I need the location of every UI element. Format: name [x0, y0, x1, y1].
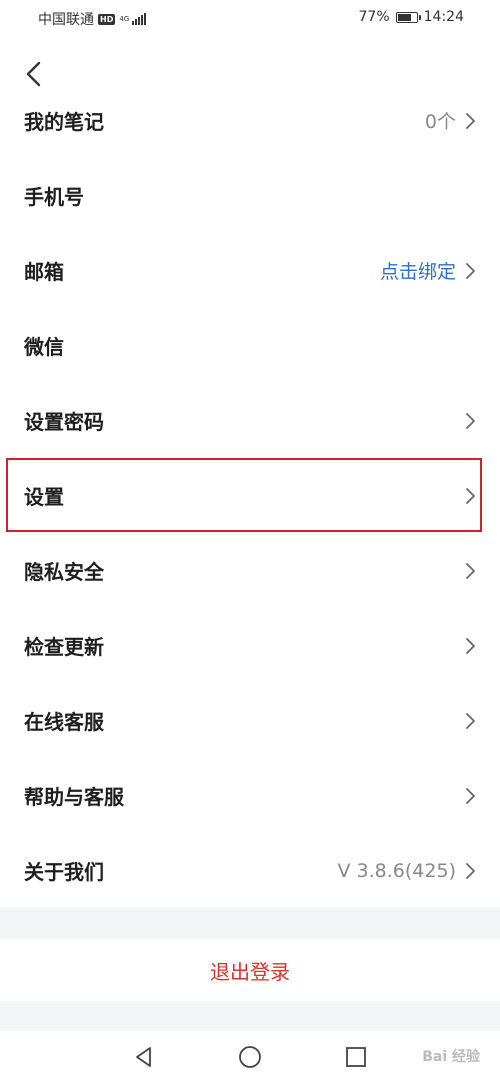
- battery-icon: [395, 11, 421, 23]
- menu-row-right: [456, 787, 476, 805]
- battery-level-fill: [397, 13, 411, 21]
- menu-row-right: 0个: [425, 107, 476, 134]
- menu-row-1[interactable]: 手机号: [0, 158, 500, 233]
- menu-row-9[interactable]: 帮助与客服: [0, 758, 500, 833]
- status-right: 77% 14:24: [359, 9, 464, 25]
- menu-row-label: 隐私安全: [24, 560, 104, 584]
- menu-row-right: [456, 187, 476, 205]
- signal-icon: [132, 13, 147, 25]
- clock: 14:24: [423, 9, 464, 25]
- menu-row-value: V 3.8.6(425): [337, 859, 456, 882]
- menu-row-right: 点击绑定: [380, 257, 476, 284]
- menu-row-label: 邮箱: [24, 260, 64, 284]
- menu-row-right: [456, 487, 476, 505]
- menu-row-7[interactable]: 检查更新: [0, 608, 500, 683]
- chevron-right-icon: [466, 712, 475, 729]
- menu-row-8[interactable]: 在线客服: [0, 683, 500, 758]
- chevron-right-icon: [466, 112, 475, 129]
- menu-row-3[interactable]: 微信: [0, 308, 500, 383]
- chevron-right-icon: [466, 862, 475, 879]
- chevron-right-icon: [466, 562, 475, 579]
- menu-row-label: 我的笔记: [24, 110, 104, 134]
- menu-row-label: 检查更新: [24, 635, 104, 659]
- menu-row-label: 设置密码: [24, 410, 104, 434]
- nav-back-button[interactable]: [132, 1045, 156, 1069]
- menu-row-right: [456, 337, 476, 355]
- menu-row-right: [456, 637, 476, 655]
- triangle-back-icon: [136, 1047, 151, 1067]
- menu-row-label: 设置: [24, 485, 64, 509]
- chevron-right-icon: [466, 487, 475, 504]
- menu-row-0[interactable]: 我的笔记 0个: [0, 83, 500, 158]
- settings-menu-list: 我的笔记 0个 手机号 邮箱 点击绑定 微信 设置密码 设置 隐私安全 检查更新…: [0, 83, 500, 908]
- menu-row-label: 在线客服: [24, 710, 104, 734]
- status-bar: 中国联通 HD 4G 77% 14:24: [0, 0, 500, 36]
- highlight-box: [6, 458, 482, 532]
- section-divider: [0, 907, 500, 939]
- network-type: 4G: [119, 14, 130, 23]
- chevron-right-icon: [466, 787, 475, 804]
- menu-row-right: [456, 712, 476, 730]
- menu-row-label: 微信: [24, 335, 64, 359]
- menu-row-value: 0个: [424, 111, 456, 133]
- circle-home-icon: [239, 1046, 261, 1068]
- menu-row-4[interactable]: 设置密码: [0, 383, 500, 458]
- menu-row-6[interactable]: 隐私安全: [0, 533, 500, 608]
- carrier-name: 中国联通: [38, 12, 94, 28]
- watermark: Bai 经验: [422, 1049, 480, 1065]
- menu-row-value: 点击绑定: [379, 261, 456, 283]
- menu-row-2[interactable]: 邮箱 点击绑定: [0, 233, 500, 308]
- menu-row-label: 帮助与客服: [24, 785, 124, 809]
- menu-row-right: [456, 412, 476, 430]
- nav-home-button[interactable]: [238, 1045, 262, 1069]
- menu-row-right: [456, 562, 476, 580]
- chevron-right-icon: [466, 637, 475, 654]
- status-left: 中国联通 HD 4G: [38, 9, 147, 29]
- chevron-right-icon: [466, 262, 475, 279]
- menu-row-5[interactable]: 设置: [0, 458, 500, 533]
- hd-badge: HD: [98, 13, 116, 25]
- logout-button[interactable]: 退出登录: [0, 939, 500, 1001]
- menu-row-right: V 3.8.6(425): [338, 860, 476, 882]
- menu-row-label: 关于我们: [24, 860, 104, 884]
- section-divider-bottom: [0, 1001, 500, 1031]
- chevron-right-icon: [466, 412, 475, 429]
- menu-row-label: 手机号: [24, 185, 84, 209]
- battery-percent: 77%: [358, 9, 390, 25]
- menu-row-10[interactable]: 关于我们 V 3.8.6(425): [0, 833, 500, 908]
- square-recents-icon: [346, 1047, 366, 1067]
- nav-recents-button[interactable]: [344, 1045, 368, 1069]
